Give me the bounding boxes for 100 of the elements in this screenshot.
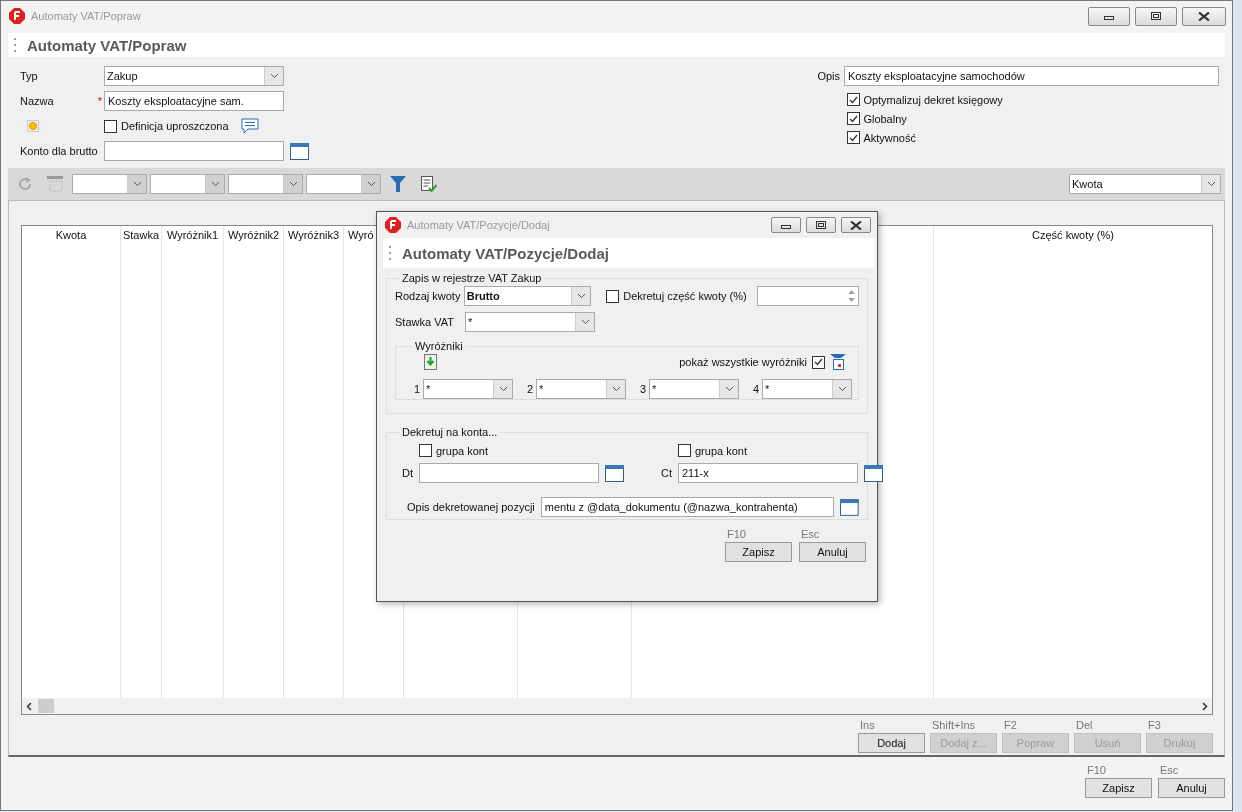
app-logo-icon <box>385 217 401 233</box>
button[interactable]: Zapisz <box>725 542 792 562</box>
dropdown[interactable]: Zakup <box>104 66 284 86</box>
folder-icon <box>864 464 883 482</box>
chevron-icon <box>837 386 847 392</box>
chevron-icon <box>577 293 586 299</box>
close-button[interactable] <box>1182 6 1226 26</box>
field-label: Opis <box>817 70 840 82</box>
chevron-icon <box>366 181 376 187</box>
chevron-icon <box>1206 181 1216 187</box>
checkbox-label: Dekretuj część kwoty (%) <box>623 290 747 302</box>
folder-icon <box>840 498 859 516</box>
shortcut-label: F3 <box>1147 719 1162 733</box>
document-check-icon <box>421 175 437 193</box>
dropdown[interactable]: * <box>762 379 852 399</box>
dropdown[interactable]: * <box>649 379 739 399</box>
maximize-button[interactable] <box>1135 6 1177 26</box>
checkbox[interactable] <box>678 444 691 457</box>
button[interactable]: Dodaj <box>858 733 925 753</box>
input-field[interactable]: Koszty eksploatacyjne sam. <box>104 91 284 111</box>
horizontal-scrollbar[interactable] <box>22 698 1212 714</box>
shortcut-label: Shift+Ins <box>931 719 977 733</box>
refresh-icon <box>18 177 32 191</box>
close-button[interactable] <box>841 217 871 233</box>
folder-icon <box>605 464 624 482</box>
column-header[interactable]: Kwota <box>55 229 87 241</box>
checkbox-label: Aktywność <box>863 131 916 144</box>
dropdown[interactable]: Kwota <box>1069 174 1221 194</box>
checkbox-label: grupa kont <box>695 444 747 457</box>
column-header[interactable]: Część kwoty (%) <box>1032 229 1114 241</box>
table-settings-icon <box>830 353 846 371</box>
chevron-icon <box>580 319 590 325</box>
field-label: Nazwa <box>20 95 54 107</box>
checkbox[interactable] <box>847 93 861 106</box>
chevron-icon <box>611 386 621 392</box>
folder-icon <box>290 142 309 160</box>
field-number: 3 <box>638 383 646 395</box>
input-field[interactable]: 211-x <box>678 463 858 483</box>
check-icon <box>814 358 823 366</box>
dropdown[interactable]: * <box>536 379 626 399</box>
minimize-button[interactable] <box>771 217 801 233</box>
column-header[interactable]: Wyróżnik1 <box>166 229 219 241</box>
comment-icon <box>240 118 259 134</box>
window-title: Automaty VAT/Popraw <box>31 10 141 22</box>
checkbox-label: Optymalizuj dekret księgowy <box>863 93 1003 106</box>
chevron-icon <box>724 386 734 392</box>
grip-icon <box>14 38 17 52</box>
columns-icon <box>47 176 63 192</box>
column-header[interactable]: Wyró <box>348 229 374 241</box>
minimize-button[interactable] <box>1088 6 1130 26</box>
field-label: Rodzaj kwoty <box>395 290 462 302</box>
scroll-thumb[interactable] <box>38 699 54 713</box>
dropdown[interactable]: * <box>423 379 513 399</box>
shortcut-label: F10 <box>1086 764 1107 778</box>
shortcut-label: Del <box>1075 719 1094 733</box>
checkbox[interactable] <box>847 112 861 125</box>
field-label: Stawka VAT <box>395 316 455 328</box>
import-icon <box>424 354 437 370</box>
scroll-left-icon <box>26 701 32 711</box>
input-field[interactable]: mentu z @data_dokumentu (@nazwa_kontrahenta) <box>540 497 835 517</box>
button[interactable]: Zapisz <box>1085 778 1152 798</box>
button[interactable]: Anuluj <box>1158 778 1225 798</box>
window-title: Automaty VAT/Pozycje/Dodaj <box>407 219 550 231</box>
close-icon <box>1198 11 1210 21</box>
column-header[interactable]: Wyróżnik3 <box>287 229 340 241</box>
chevron-icon <box>210 181 220 187</box>
dialog-title: Automaty VAT/Pozycje/Dodaj <box>402 244 609 262</box>
chevron-icon <box>498 386 508 392</box>
checkbox[interactable] <box>812 355 825 369</box>
field-label: Dt <box>401 467 413 479</box>
shortcut-label: F2 <box>1003 719 1018 733</box>
dropdown[interactable]: Brutto <box>463 286 592 306</box>
number-field[interactable] <box>756 286 859 306</box>
checkbox[interactable] <box>847 131 861 144</box>
close-icon <box>850 220 862 230</box>
grip-icon <box>389 246 392 260</box>
page-title: Automaty VAT/Popraw <box>27 36 187 54</box>
maximize-icon <box>1151 12 1161 20</box>
maximize-button[interactable] <box>806 217 836 233</box>
chevron-icon <box>132 181 142 187</box>
shortcut-label: F10 <box>726 528 747 542</box>
checkbox-label: Definicja uproszczona <box>121 120 229 132</box>
field-number: 2 <box>525 383 533 395</box>
input-field[interactable] <box>104 141 284 161</box>
input-field[interactable]: Koszty eksploatacyjne samochodów <box>844 66 1219 86</box>
button[interactable]: Anuluj <box>799 542 866 562</box>
checkbox[interactable] <box>419 444 432 457</box>
input-field[interactable] <box>419 463 599 483</box>
dropdown[interactable]: * <box>465 312 595 332</box>
field-label: Ct <box>660 467 672 479</box>
checkbox[interactable] <box>104 119 117 133</box>
checkbox[interactable] <box>606 289 620 303</box>
column-header[interactable]: Stawka <box>122 229 160 241</box>
column-header[interactable]: Wyróżnik2 <box>227 229 280 241</box>
scroll-right-icon <box>1202 701 1208 711</box>
app-logo-icon <box>9 8 25 24</box>
group-label: Wyróżniki <box>414 340 464 352</box>
field-number: 4 <box>751 383 759 395</box>
field-label: Opis dekretowanej pozycji <box>407 501 535 513</box>
chevron-icon <box>269 73 279 79</box>
